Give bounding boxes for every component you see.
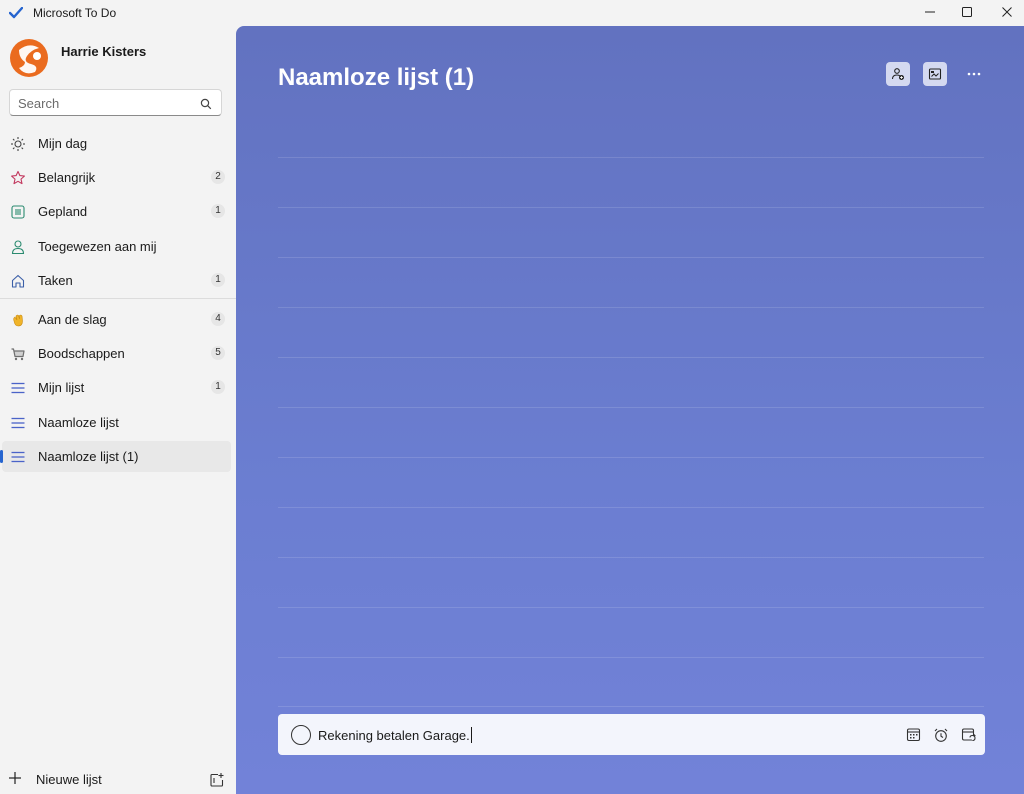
repeat-button[interactable]: [960, 726, 977, 743]
add-task-value: Rekening betalen Garage.: [318, 728, 470, 743]
share-list-button[interactable]: [886, 62, 910, 86]
sidebar-divider: [0, 298, 236, 299]
minimize-icon: [925, 11, 935, 13]
theme-button[interactable]: [923, 62, 947, 86]
avatar[interactable]: [9, 38, 51, 78]
sun-icon: [9, 135, 26, 152]
maximize-icon: [962, 7, 972, 17]
sidebar-item-mijn-lijst[interactable]: Mijn lijst 1: [2, 372, 231, 403]
sidebar-item-label: Aan de slag: [38, 312, 107, 327]
close-icon: [1002, 7, 1012, 17]
sidebar-item-belangrijk[interactable]: Belangrijk 2: [2, 162, 231, 193]
sidebar-item-label: Naamloze lijst: [38, 415, 119, 430]
sidebar-item-mijn-dag[interactable]: Mijn dag: [2, 128, 231, 159]
task-complete-circle[interactable]: [291, 725, 311, 745]
image-icon: [928, 68, 942, 80]
sidebar-item-label: Belangrijk: [38, 170, 96, 185]
window-title: Microsoft To Do: [33, 6, 117, 20]
profile[interactable]: Harrie Kisters: [9, 38, 229, 78]
title-bar: Microsoft To Do: [0, 0, 1024, 26]
star-icon: [9, 169, 26, 186]
list-title[interactable]: Naamloze lijst (1): [278, 64, 474, 92]
text-caret: [470, 727, 472, 743]
home-icon: [9, 272, 26, 289]
list-rule: [278, 257, 984, 258]
due-date-button[interactable]: [905, 726, 922, 743]
list-icon: [9, 379, 26, 396]
list-rule: [278, 157, 984, 158]
shopping-cart-icon: [9, 345, 26, 362]
new-list-button[interactable]: Nieuwe lijst: [0, 766, 236, 794]
list-rule: [278, 207, 984, 208]
count-badge: 1: [211, 204, 225, 218]
search-icon[interactable]: [200, 97, 212, 110]
calendar-icon: [9, 203, 26, 220]
remind-me-button[interactable]: [932, 726, 949, 743]
sidebar-item-gepland[interactable]: Gepland 1: [2, 196, 231, 227]
list-icon: [9, 414, 26, 431]
person-icon: [9, 238, 26, 255]
ellipsis-icon: [967, 72, 981, 76]
sidebar-item-label: Taken: [38, 273, 73, 288]
maximize-button[interactable]: [947, 0, 987, 24]
sidebar-item-aan-de-slag[interactable]: Aan de slag 4: [2, 304, 231, 335]
repeat-calendar-icon: [961, 727, 976, 741]
add-task-bar[interactable]: Rekening betalen Garage.: [278, 714, 985, 755]
list-rule: [278, 407, 984, 408]
list-rule: [278, 357, 984, 358]
sidebar-item-naamloze-lijst-1[interactable]: Naamloze lijst (1): [0, 441, 231, 472]
sidebar-item-taken[interactable]: Taken 1: [2, 265, 231, 296]
close-button[interactable]: [987, 0, 1024, 24]
sidebar-item-label: Naamloze lijst (1): [38, 449, 139, 464]
list-rule: [278, 607, 984, 608]
waving-hand-icon: [9, 311, 26, 328]
count-badge: 2: [211, 170, 225, 184]
list-rule: [278, 507, 984, 508]
new-group-icon[interactable]: [209, 772, 225, 788]
share-person-icon: [891, 68, 904, 80]
count-badge: 5: [211, 346, 225, 360]
list-icon: [9, 448, 26, 465]
sidebar-item-label: Mijn dag: [38, 136, 88, 151]
sidebar-item-label: Mijn lijst: [38, 380, 85, 395]
todo-check-icon: [8, 6, 24, 19]
new-list-label: Nieuwe lijst: [36, 772, 102, 787]
list-rule: [278, 706, 984, 707]
alarm-clock-icon: [934, 728, 947, 742]
count-badge: 4: [211, 312, 225, 326]
count-badge: 1: [211, 380, 225, 394]
active-indicator: [0, 450, 3, 463]
list-rule: [278, 657, 984, 658]
sidebar-item-toegewezen-aan-mij[interactable]: Toegewezen aan mij: [2, 231, 231, 262]
count-badge: 1: [211, 273, 225, 287]
sidebar-item-label: Boodschappen: [38, 346, 125, 361]
search-box[interactable]: [9, 89, 222, 116]
sidebar: Harrie Kisters Mijn dag Belangrijk 2 Gep…: [0, 26, 236, 794]
list-rule: [278, 457, 984, 458]
list-rule: [278, 557, 984, 558]
sidebar-item-label: Toegewezen aan mij: [38, 239, 157, 254]
calendar-icon: [906, 728, 921, 742]
sidebar-item-naamloze-lijst[interactable]: Naamloze lijst: [2, 407, 231, 438]
sidebar-item-boodschappen[interactable]: Boodschappen 5: [2, 338, 231, 369]
search-input[interactable]: [18, 94, 188, 112]
list-rule: [278, 307, 984, 308]
more-options-button[interactable]: [962, 62, 986, 86]
profile-name: Harrie Kisters: [61, 44, 147, 59]
plus-icon: [8, 771, 22, 785]
minimize-button[interactable]: [910, 0, 950, 24]
main-panel: Naamloze lijst (1) Rekening betalen Gara…: [236, 26, 1024, 794]
sidebar-item-label: Gepland: [38, 204, 88, 219]
add-task-input[interactable]: Rekening betalen Garage.: [318, 727, 472, 743]
